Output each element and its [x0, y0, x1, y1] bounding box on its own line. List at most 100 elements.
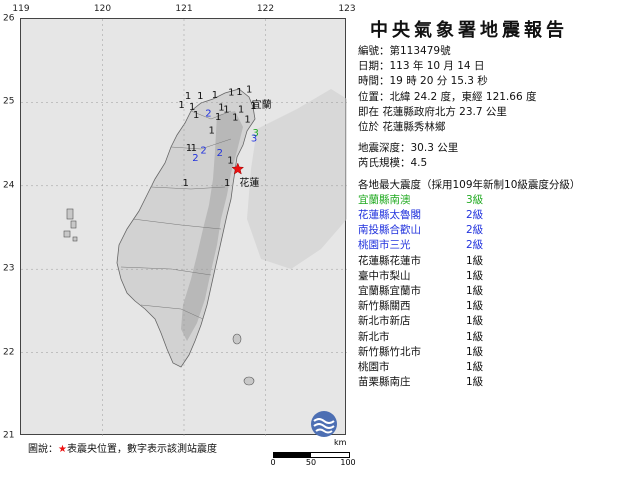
report-position-line3: 位於 花蓮縣秀林鄉 — [358, 121, 446, 134]
date-label: 日期： — [358, 60, 390, 73]
station-row: 新北市新店 1級 — [358, 314, 640, 329]
legend-prefix: 圖說： — [28, 444, 58, 455]
station-row: 花蓮縣太魯閣 2級 — [358, 208, 640, 223]
station-name: 新北市 — [358, 330, 390, 343]
station-row: 花蓮縣花蓮市 1級 — [358, 254, 640, 269]
report-position-line2: 即在 花蓮縣政府北方 23.7 公里 — [358, 105, 507, 118]
station-row: 新竹縣關西 1級 — [358, 299, 640, 314]
station-intensity-marker: 1 — [209, 125, 215, 136]
station-row: 桃園市三光 2級 — [358, 238, 640, 253]
position-label: 位置： — [358, 90, 390, 103]
station-row: 新竹縣竹北市 1級 — [358, 345, 640, 360]
station-intensity-marker: 1 — [244, 114, 250, 125]
station-name: 花蓮縣太魯閣 — [358, 209, 421, 222]
station-intensity-marker: 1 — [238, 104, 244, 115]
report-time: 19 時 20 分 15.3 秒 — [389, 75, 488, 88]
offshore-relief — [247, 89, 347, 269]
station-row: 臺中市梨山 1級 — [358, 269, 640, 284]
latitude-tick-label: 21 — [3, 430, 15, 441]
station-intensity-marker: 1 — [197, 91, 203, 102]
longitude-tick-label: 123 — [338, 4, 356, 14]
report-time-line: 時間：19 時 20 分 15.3 秒 — [358, 74, 640, 89]
station-intensity-marker: 1 — [182, 178, 188, 189]
station-row: 苗栗縣南庄 1級 — [358, 375, 640, 390]
station-name: 花蓮縣花蓮市 — [358, 254, 421, 267]
earthquake-report: 中央氣象署地震報告 編號：第113479號 日期：113 年 10 月 14 日… — [358, 16, 640, 480]
station-intensity-marker: 2 — [217, 148, 223, 159]
station-name: 桃園市 — [358, 360, 390, 373]
station-intensity: 3級 — [466, 193, 484, 206]
latitude-tick-label: 22 — [3, 347, 15, 358]
station-intensity-marker: 1 — [193, 110, 199, 121]
station-intensity-marker: 3 — [251, 134, 257, 145]
station-intensity: 1級 — [466, 376, 484, 389]
star-icon: ★ — [58, 444, 67, 455]
station-intensity: 1級 — [466, 345, 484, 358]
station-name: 臺中市梨山 — [358, 269, 411, 282]
station-intensity-marker: 1 — [223, 104, 229, 115]
longitude-tick-label: 121 — [175, 4, 193, 14]
station-row: 宜蘭縣南澳 3級 — [358, 193, 640, 208]
station-intensity: 1級 — [466, 315, 484, 328]
station-intensity: 1級 — [466, 360, 484, 373]
max-intensity-heading: 各地最大震度（採用109年新制10級震度分級） — [358, 178, 581, 191]
report-depth: 30.3 公里 — [410, 142, 459, 155]
station-intensity-marker: 1 — [224, 178, 230, 189]
scale-bar-group: km 0 50 100 — [270, 436, 360, 476]
station-intensity: 1級 — [466, 330, 484, 343]
longitude-tick-label: 119 — [12, 4, 30, 14]
station-intensity: 1級 — [466, 254, 484, 267]
station-name: 新北市新店 — [358, 315, 411, 328]
time-label: 時間： — [358, 75, 390, 88]
latitude-tick-label: 23 — [3, 263, 15, 274]
station-intensity-marker: 1 — [212, 90, 218, 101]
latitude-tick-label: 24 — [3, 180, 15, 191]
city-label: 花蓮 — [239, 176, 259, 189]
east-islands — [232, 333, 255, 386]
report-date-line: 日期：113 年 10 月 14 日 — [358, 59, 640, 74]
station-intensity-marker: 1 — [227, 155, 233, 166]
station-name: 新竹縣竹北市 — [358, 345, 421, 358]
depth-label: 地震深度： — [358, 142, 411, 155]
station-intensity: 2級 — [466, 224, 484, 237]
station-name: 南投縣合歡山 — [358, 224, 421, 237]
station-intensity-marker: 2 — [205, 109, 211, 120]
station-intensity: 1級 — [466, 300, 484, 313]
report-magnitude: 4.5 — [410, 157, 428, 170]
station-row: 宜蘭縣宜蘭市 1級 — [358, 284, 640, 299]
scale-unit: km — [334, 438, 347, 447]
longitude-tick-label: 122 — [256, 4, 275, 14]
map-legend: 圖說：★表震央位置，數字表示該測站震度 — [28, 440, 217, 455]
penghu-islands — [63, 208, 78, 242]
station-intensity-marker: 2 — [192, 153, 198, 164]
station-intensity-marker: 1 — [228, 88, 234, 99]
station-name: 新竹縣關西 — [358, 300, 411, 313]
report-date: 113 年 10 月 14 日 — [389, 60, 485, 73]
station-intensity: 2級 — [466, 239, 484, 252]
legend-text: 表震央位置，數字表示該測站震度 — [66, 444, 217, 455]
report-position: 北緯 24.2 度，東經 121.66 度 — [389, 90, 537, 103]
station-intensity: 2級 — [466, 209, 484, 222]
report-number: 第113479號 — [389, 45, 451, 57]
report-number-line: 編號：第113479號 — [358, 44, 640, 59]
city-label: 宜蘭 — [252, 98, 272, 111]
station-intensity-marker: 2 — [200, 145, 206, 156]
latitude-tick-label: 26 — [3, 13, 15, 24]
station-intensity: 1級 — [466, 269, 484, 282]
report-title: 中央氣象署地震報告 — [370, 20, 568, 41]
longitude-tick-label: 120 — [93, 4, 112, 14]
number-label: 編號： — [358, 45, 390, 57]
station-name: 宜蘭縣宜蘭市 — [358, 284, 421, 297]
magnitude-label: 芮氏規模： — [358, 157, 411, 170]
map-canvas: 1 1 1 1 1 11 1 11 1 121 1 1 11 3311 2 22 11 1宜蘭花蓮 — [21, 19, 347, 436]
station-name: 苗栗縣南庄 — [358, 376, 411, 389]
report-depth-line: 地震深度：30.3 公里 — [358, 141, 640, 156]
station-name: 宜蘭縣南澳 — [358, 193, 411, 206]
cwa-logo — [311, 411, 337, 437]
station-row: 南投縣合歡山 2級 — [358, 223, 640, 238]
station-intensity-marker: 1 — [236, 87, 242, 98]
station-row: 桃園市 1級 — [358, 360, 640, 375]
station-intensity: 1級 — [466, 284, 484, 297]
station-name: 桃園市三光 — [358, 239, 411, 252]
station-intensity-marker: 1 — [185, 91, 191, 102]
